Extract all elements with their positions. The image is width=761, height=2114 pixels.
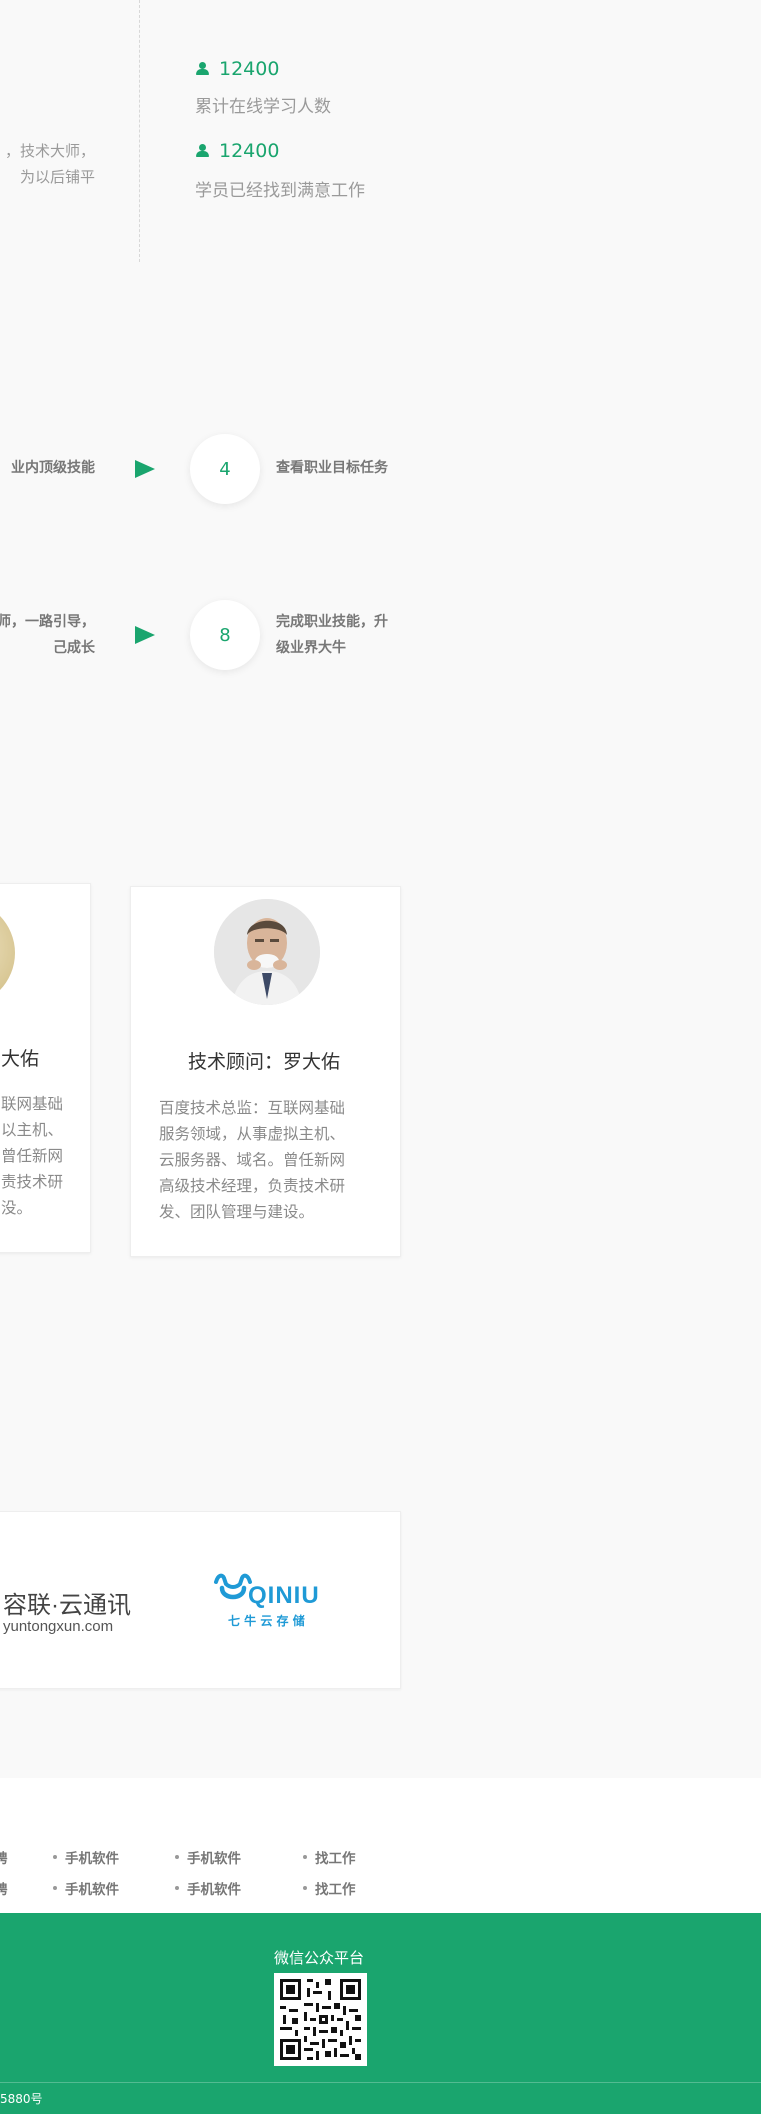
partner-logo-subtext: yuntongxun.com <box>3 1618 114 1635</box>
footer-divider <box>0 2082 761 2083</box>
stat-number: 12400 <box>219 140 280 162</box>
intro-text-line: 为以后铺平 <box>19 168 95 186</box>
teacher-desc-line: 没。 <box>1 1199 33 1217</box>
teacher-title: 技术顾问：罗大佑 <box>188 1051 341 1073</box>
user-icon <box>195 62 209 76</box>
teacher-avatar <box>0 900 15 1006</box>
teacher-desc-line: 发、团队管理与建设。 <box>159 1203 315 1221</box>
site-footer <box>0 1913 761 2114</box>
footer-link[interactable]: 手机软件 <box>175 1847 241 1867</box>
stat-number: 12400 <box>219 58 280 80</box>
teacher-card[interactable]: 技术顾问：罗大佑 百度技术总监：互联网基础 服务领域，从事虚拟主机、 云服务器、… <box>130 886 401 1257</box>
partner-logo-qiniu[interactable]: QINIU 七 牛 云 存 储 <box>212 1572 342 1632</box>
qiniu-ox-icon <box>214 1573 252 1600</box>
teacher-desc-line: 云服务器、域名。曾任新网 <box>159 1151 346 1169</box>
stat-label: 学员已经找到满意工作 <box>195 181 365 201</box>
section-divider <box>139 0 140 262</box>
step-right-text: 完成职业技能，升 <box>276 614 388 630</box>
footer-link[interactable]: 找工作 <box>303 1847 356 1867</box>
intro-text-line: ，技术大师， <box>4 142 95 160</box>
footer-link[interactable]: 聘 <box>0 1878 8 1898</box>
partner-logo-text: QINIU <box>248 1582 320 1609</box>
arrow-right-icon <box>135 460 155 478</box>
footer-link[interactable]: 聘 <box>0 1847 8 1867</box>
step-left-text: 业内顶级技能 <box>11 460 95 476</box>
user-icon <box>195 144 209 158</box>
arrow-right-icon <box>135 626 155 644</box>
stat-employed-students: 12400 <box>195 140 279 162</box>
step-number-circle: 8 <box>190 600 260 670</box>
footer-link[interactable]: 手机软件 <box>175 1878 241 1898</box>
icp-record: 5880号 <box>0 2092 43 2106</box>
footer-link[interactable]: 手机软件 <box>53 1878 119 1898</box>
step-right-text: 级业界大牛 <box>276 640 346 656</box>
step-right-text: 查看职业目标任务 <box>276 460 388 476</box>
wechat-qr-code <box>274 1973 367 2066</box>
teacher-desc-line: 百度技术总监：互联网基础 <box>159 1099 346 1117</box>
teacher-desc-line: 曾任新网 <box>1 1147 64 1165</box>
footer-link[interactable]: 找工作 <box>303 1878 356 1898</box>
partner-logo-subtext: 七 牛 云 存 储 <box>228 1614 305 1628</box>
stat-online-learners: 12400 <box>195 58 279 80</box>
teacher-desc-line: 责技术研 <box>1 1173 64 1191</box>
step-left-text: 师，一路引导， <box>0 614 95 630</box>
step-left-text: 己成长 <box>53 640 95 656</box>
step-number-circle: 4 <box>190 434 260 504</box>
teacher-title: 大佑 <box>1 1048 40 1070</box>
teacher-desc-line: 以主机、 <box>1 1121 64 1139</box>
stat-label: 累计在线学习人数 <box>195 97 331 117</box>
teacher-avatar <box>214 899 320 1005</box>
partner-logo-ronglian[interactable]: 容联·云通讯 yuntongxun.com <box>3 1585 131 1635</box>
partner-logo-text: 容联·云通讯 <box>3 1592 131 1619</box>
teacher-desc-line: 联网基础 <box>1 1095 64 1113</box>
teacher-card-partial[interactable]: 大佑 联网基础 以主机、 曾任新网 责技术研 没。 <box>0 883 91 1253</box>
teacher-desc-line: 服务领域，从事虚拟主机、 <box>159 1125 346 1143</box>
wechat-label: 微信公众平台 <box>274 1949 365 1967</box>
teacher-desc-line: 高级技术经理，负责技术研 <box>159 1177 346 1195</box>
footer-link[interactable]: 手机软件 <box>53 1847 119 1867</box>
